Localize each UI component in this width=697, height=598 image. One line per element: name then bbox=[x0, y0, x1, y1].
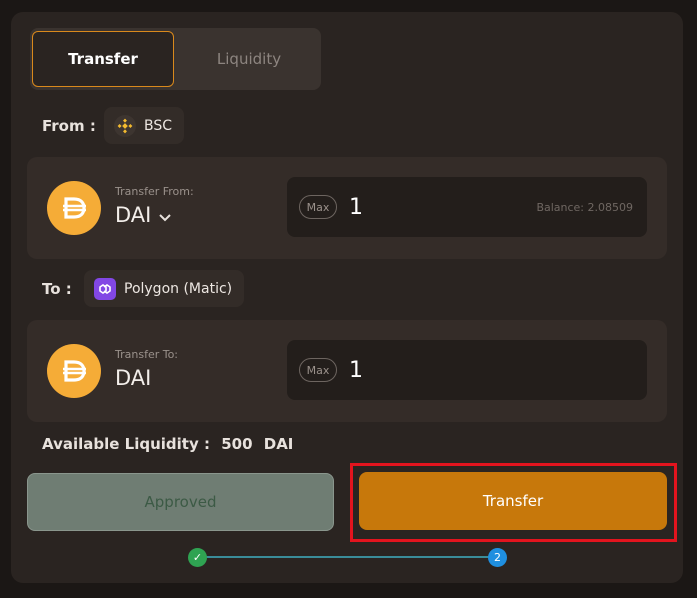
from-label: From : bbox=[42, 117, 96, 135]
available-liquidity-unit: DAI bbox=[263, 435, 294, 453]
from-token-selector[interactable]: DAI bbox=[115, 203, 172, 227]
from-panel: Transfer From: DAI Max Balance: 2.08509 bbox=[27, 157, 667, 259]
to-amount-input[interactable] bbox=[349, 354, 499, 386]
to-max-button[interactable]: Max bbox=[299, 358, 337, 382]
bsc-icon bbox=[114, 114, 136, 137]
tab-bar: Transfer Liquidity bbox=[30, 28, 321, 90]
step-2-indicator: 2 bbox=[488, 548, 507, 567]
to-label: To : bbox=[42, 280, 72, 298]
step-1-check-icon: ✓ bbox=[188, 548, 207, 567]
to-token-label: DAI bbox=[115, 366, 152, 390]
dai-token-icon bbox=[47, 181, 101, 235]
from-token-name: DAI bbox=[115, 203, 152, 227]
stepper-line bbox=[205, 556, 491, 558]
transfer-to-label: Transfer To: bbox=[115, 348, 179, 361]
available-liquidity: Available Liquidity : 500 DAI bbox=[42, 435, 293, 453]
available-liquidity-amount: 500 bbox=[221, 435, 253, 453]
to-token-name: DAI bbox=[115, 366, 151, 390]
from-chain-selector[interactable]: BSC bbox=[104, 107, 185, 144]
from-max-button[interactable]: Max bbox=[299, 195, 337, 219]
from-balance: Balance: 2.08509 bbox=[536, 201, 633, 214]
transfer-button[interactable]: Transfer bbox=[359, 472, 667, 530]
transfer-from-label: Transfer From: bbox=[115, 185, 194, 198]
from-amount-box: Max Balance: 2.08509 bbox=[287, 177, 647, 237]
to-panel: Transfer To: DAI Max bbox=[27, 320, 667, 422]
from-chain-name: BSC bbox=[144, 117, 173, 134]
to-chain-name: Polygon (Matic) bbox=[124, 280, 233, 297]
chevron-down-icon bbox=[159, 203, 172, 227]
available-liquidity-label: Available Liquidity : bbox=[42, 435, 210, 453]
to-amount-box: Max bbox=[287, 340, 647, 400]
to-chain-selector[interactable]: Polygon (Matic) bbox=[84, 270, 245, 307]
from-amount-input[interactable] bbox=[349, 191, 499, 223]
approved-button[interactable]: Approved bbox=[27, 473, 334, 531]
dai-token-icon bbox=[47, 344, 101, 398]
polygon-icon bbox=[94, 277, 116, 300]
tab-liquidity[interactable]: Liquidity bbox=[178, 31, 320, 87]
tab-transfer[interactable]: Transfer bbox=[32, 31, 174, 87]
